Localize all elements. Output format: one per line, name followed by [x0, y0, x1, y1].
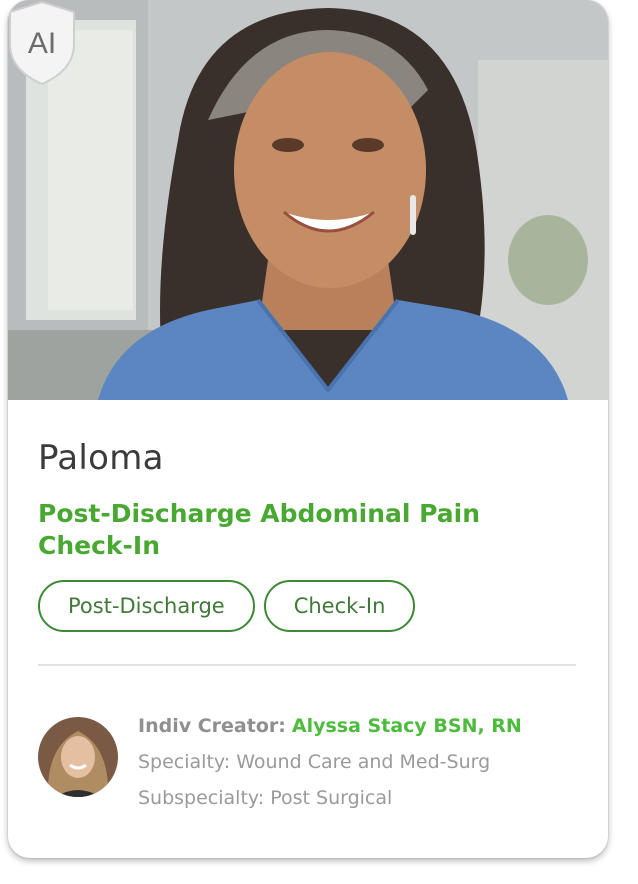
- persona-photo: AI: [8, 0, 608, 400]
- creator-avatar[interactable]: [38, 717, 118, 797]
- divider: [38, 664, 576, 666]
- creator-subspecialty: Subspecialty: Post Surgical: [138, 787, 393, 809]
- tag-list: Post-Discharge Check-In: [38, 580, 416, 632]
- creator-name[interactable]: Alyssa Stacy BSN, RN: [292, 715, 522, 737]
- persona-name: Paloma: [38, 438, 164, 478]
- creator-line: Indiv Creator: Alyssa Stacy BSN, RN: [138, 708, 522, 744]
- persona-title: Post-Discharge Abdominal Pain Check-In: [38, 499, 481, 560]
- ai-shield-icon: AI: [9, 0, 75, 86]
- tag-post-discharge[interactable]: Post-Discharge: [38, 580, 255, 632]
- ai-badge-text: AI: [28, 27, 56, 60]
- tag-check-in[interactable]: Check-In: [263, 580, 416, 632]
- creator-label: Indiv Creator:: [138, 715, 286, 737]
- creator-specialty: Specialty: Wound Care and Med-Surg: [138, 751, 491, 773]
- persona-card[interactable]: AI Paloma Post-Discharge Abdominal Pain …: [8, 0, 608, 858]
- creator-info: Indiv Creator: Alyssa Stacy BSN, RN Spec…: [138, 708, 522, 816]
